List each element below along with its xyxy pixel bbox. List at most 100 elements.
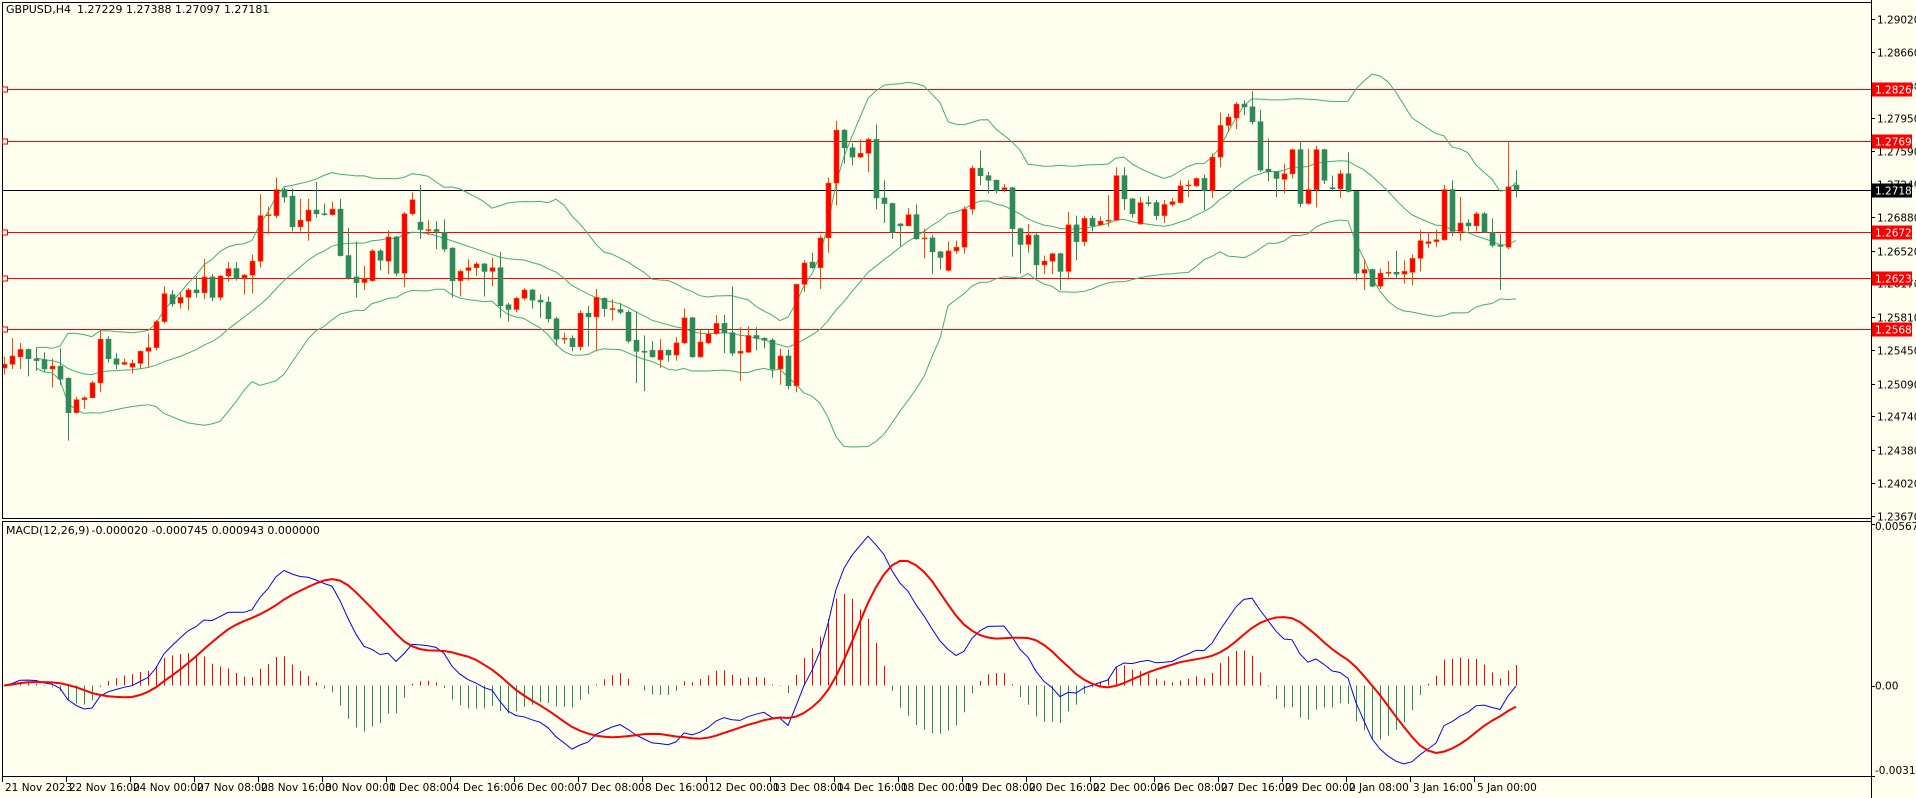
bearish-candle-body (1265, 168, 1272, 173)
bullish-candle-body (857, 153, 864, 158)
bullish-candle-body (713, 323, 720, 334)
bullish-candle-body (385, 236, 392, 262)
main-pane-frame (2, 2, 1872, 519)
bearish-candle-body (537, 299, 544, 303)
bearish-candle-body (641, 351, 648, 353)
bullish-candle-body (1081, 218, 1088, 242)
bearish-candle-body (417, 221, 424, 230)
bullish-candle-body (1409, 258, 1416, 273)
time-axis: 21 Nov 202322 Nov 16:0024 Nov 00:0027 No… (2, 777, 1537, 794)
bearish-candle-body (633, 339, 640, 352)
bearish-candle-body (1201, 178, 1208, 191)
bullish-candle-body (161, 293, 168, 322)
bearish-candle-body (313, 209, 320, 215)
bullish-candle-body (249, 260, 256, 276)
bearish-candle-body (1393, 272, 1400, 275)
time-tick-label: 3 Jan 16:00 (1413, 782, 1473, 794)
bullish-candle-body (969, 167, 976, 210)
bullish-candle-body (905, 214, 912, 227)
price-axis: 1.290201.286601.283001.279501.275901.272… (1871, 0, 1916, 798)
bearish-candle-body (729, 332, 736, 354)
bearish-candle-body (105, 338, 112, 360)
bearish-candle-body (993, 180, 1000, 191)
symbol-header: GBPUSD,H4 1.27229 1.27388 1.27097 1.27181 (6, 3, 275, 16)
time-tick-label: 14 Dec 16:00 (837, 782, 908, 794)
bearish-candle-body (41, 359, 48, 370)
bullish-candle-body (833, 129, 840, 184)
time-tick-label: 12 Dec 00:00 (709, 782, 780, 794)
bearish-candle-body (1129, 198, 1136, 215)
bullish-candle-body (153, 321, 160, 348)
time-tick-label: 27 Nov 08:00 (197, 782, 268, 794)
level-price-label: 1.28262 (1875, 85, 1916, 97)
time-tick-label: 2 Jan 08:00 (1349, 782, 1409, 794)
bearish-candle-body (1273, 171, 1280, 179)
bearish-candle-body (1297, 149, 1304, 204)
bearish-candle-body (1089, 218, 1096, 227)
bearish-candle-body (1057, 253, 1064, 272)
macd-line (3, 535, 1517, 765)
bearish-candle-body (505, 304, 512, 310)
bullish-candle-body (401, 213, 408, 274)
bearish-candle-body (849, 147, 856, 158)
bullish-candle-body (561, 337, 568, 340)
bearish-candle-body (1329, 187, 1336, 190)
level-anchor-icon (2, 138, 8, 145)
bearish-candle-body (1497, 245, 1504, 247)
time-tick-label: 21 Nov 2023 (5, 782, 72, 794)
bearish-candle-body (25, 349, 32, 360)
bullish-candle-body (577, 312, 584, 347)
bearish-candle-body (33, 358, 40, 361)
bullish-candle-body (657, 350, 664, 360)
bullish-candle-body (73, 399, 80, 413)
bullish-candle-body (1169, 201, 1176, 205)
candles (3, 91, 1520, 441)
bearish-candle-body (1353, 191, 1360, 274)
bullish-candle-body (521, 289, 528, 299)
level-anchor-icon (2, 326, 8, 333)
time-tick-label: 30 Nov 00:00 (325, 782, 396, 794)
bullish-candle-body (1041, 260, 1048, 266)
bullish-candle-body (593, 297, 600, 318)
bullish-candle-body (473, 263, 480, 268)
bullish-candle-body (825, 182, 832, 239)
time-tick-label: 22 Nov 16:00 (69, 782, 140, 794)
bullish-candle-body (81, 397, 88, 400)
bearish-candle-body (65, 377, 72, 413)
bullish-candle-body (705, 333, 712, 344)
bearish-candle-body (1153, 202, 1160, 216)
bullish-candle-body (1137, 202, 1144, 225)
time-tick-label: 6 Dec 00:00 (517, 782, 581, 794)
bullish-candle-body (1313, 149, 1320, 190)
bullish-candle-body (1441, 189, 1448, 241)
bullish-candle-body (1001, 187, 1008, 190)
bullish-candle-body (121, 362, 128, 365)
bullish-candle-body (465, 267, 472, 271)
bearish-candle-body (353, 276, 360, 283)
macd-label: MACD(12,26,9) (6, 524, 90, 537)
price-chart[interactable]: 1.290201.286601.283001.279501.275901.272… (0, 0, 1916, 798)
macd-signal-line (3, 559, 1517, 755)
time-tick-label: 29 Dec 00:00 (1285, 782, 1356, 794)
bullish-candle-body (681, 317, 688, 344)
bearish-candle-body (1249, 106, 1256, 123)
price-tick-label: 1.28660 (1877, 48, 1916, 60)
bullish-candle-body (201, 276, 208, 294)
bearish-candle-body (529, 289, 536, 301)
bearish-candle-body (753, 335, 760, 339)
macd-indicator (3, 535, 1517, 765)
time-tick-label: 7 Dec 08:00 (581, 782, 645, 794)
bullish-candle-body (329, 208, 336, 215)
bullish-candle-body (89, 382, 96, 399)
time-tick-label: 18 Dec 00:00 (901, 782, 972, 794)
bearish-candle-body (433, 229, 440, 232)
bullish-candle-body (513, 298, 520, 310)
bullish-candle-body (1225, 116, 1232, 126)
bullish-candle-body (273, 189, 280, 216)
bullish-candle-body (489, 267, 496, 272)
bearish-candle-body (769, 339, 776, 370)
bullish-candle-body (257, 215, 264, 262)
bullish-candle-body (697, 341, 704, 358)
bullish-candle-body (1417, 240, 1424, 259)
bearish-candle-body (913, 214, 920, 240)
